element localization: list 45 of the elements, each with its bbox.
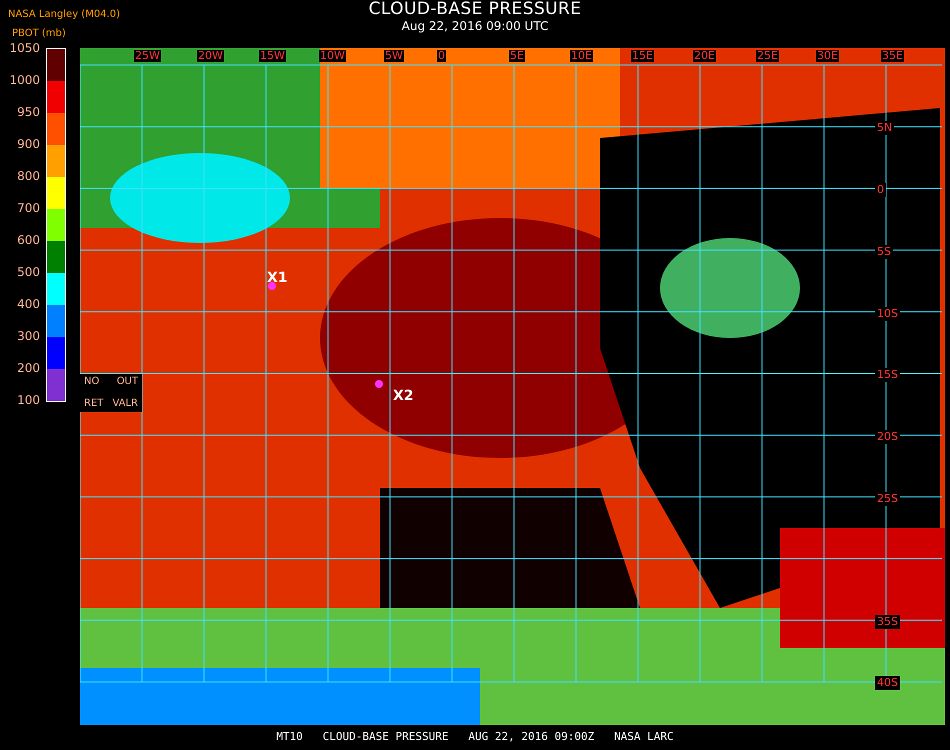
key-label: VALR (112, 398, 138, 410)
longitude-label: 0 (437, 50, 446, 62)
longitude-label: 10W (319, 50, 346, 62)
latitude-label: 25S (875, 492, 900, 506)
longitude-label: 20W (197, 50, 224, 62)
chart-title: CLOUD-BASE PRESSURE (368, 0, 582, 19)
latitude-label: 0 (875, 183, 886, 197)
longitude-label: 20E (693, 50, 716, 62)
longitude-label: 15E (631, 50, 654, 62)
product-source-label: NASA Langley (M04.0) (8, 9, 121, 21)
marker-label: X2 (393, 388, 414, 404)
latitude-label: 15S (875, 368, 900, 382)
legend-tick-label: 500 (17, 264, 40, 280)
marker-label: X1 (267, 270, 288, 286)
key-label: OUT (116, 376, 138, 388)
legend-tick-label: 100 (17, 392, 40, 408)
legend-tick-label: 600 (17, 232, 40, 248)
legend-tick-label: 1000 (9, 72, 40, 88)
legend-tick-label: 300 (17, 328, 40, 344)
legend-tick-label: 200 (17, 360, 40, 376)
latitude-label: 40S (875, 676, 900, 690)
key-label: NO (84, 376, 100, 388)
legend-tick-label: 1050 (9, 40, 40, 56)
longitude-label: 25W (134, 50, 161, 62)
legend-tick-label: 400 (17, 296, 40, 312)
longitude-label: 10E (570, 50, 593, 62)
latitude-label: 10S (875, 307, 900, 321)
legend-tick-label: 950 (17, 104, 40, 120)
legend-tick-label: 700 (17, 200, 40, 216)
chart-date: Aug 22, 2016 09:00 UTC (402, 19, 548, 33)
longitude-label: 30E (816, 50, 839, 62)
latitude-label: 5S (875, 245, 893, 259)
key-label: RET (84, 398, 104, 410)
longitude-label: 5W (384, 50, 404, 62)
longitude-label: 15W (259, 50, 286, 62)
legend-tick-label: 900 (17, 136, 40, 152)
latitude-label: 35S (875, 615, 900, 629)
footer-caption: MT10 CLOUD-BASE PRESSURE AUG 22, 2016 09:00Z NASA LARC (276, 729, 674, 746)
longitude-label: 25E (756, 50, 779, 62)
longitude-label: 5E (509, 50, 525, 62)
legend-unit-label: PBOT (mb) (11, 27, 67, 40)
legend-tick-label: 800 (17, 168, 40, 184)
latitude-label: 20S (875, 430, 900, 444)
longitude-label: 35E (881, 50, 904, 62)
latitude-label: 5N (875, 121, 894, 135)
